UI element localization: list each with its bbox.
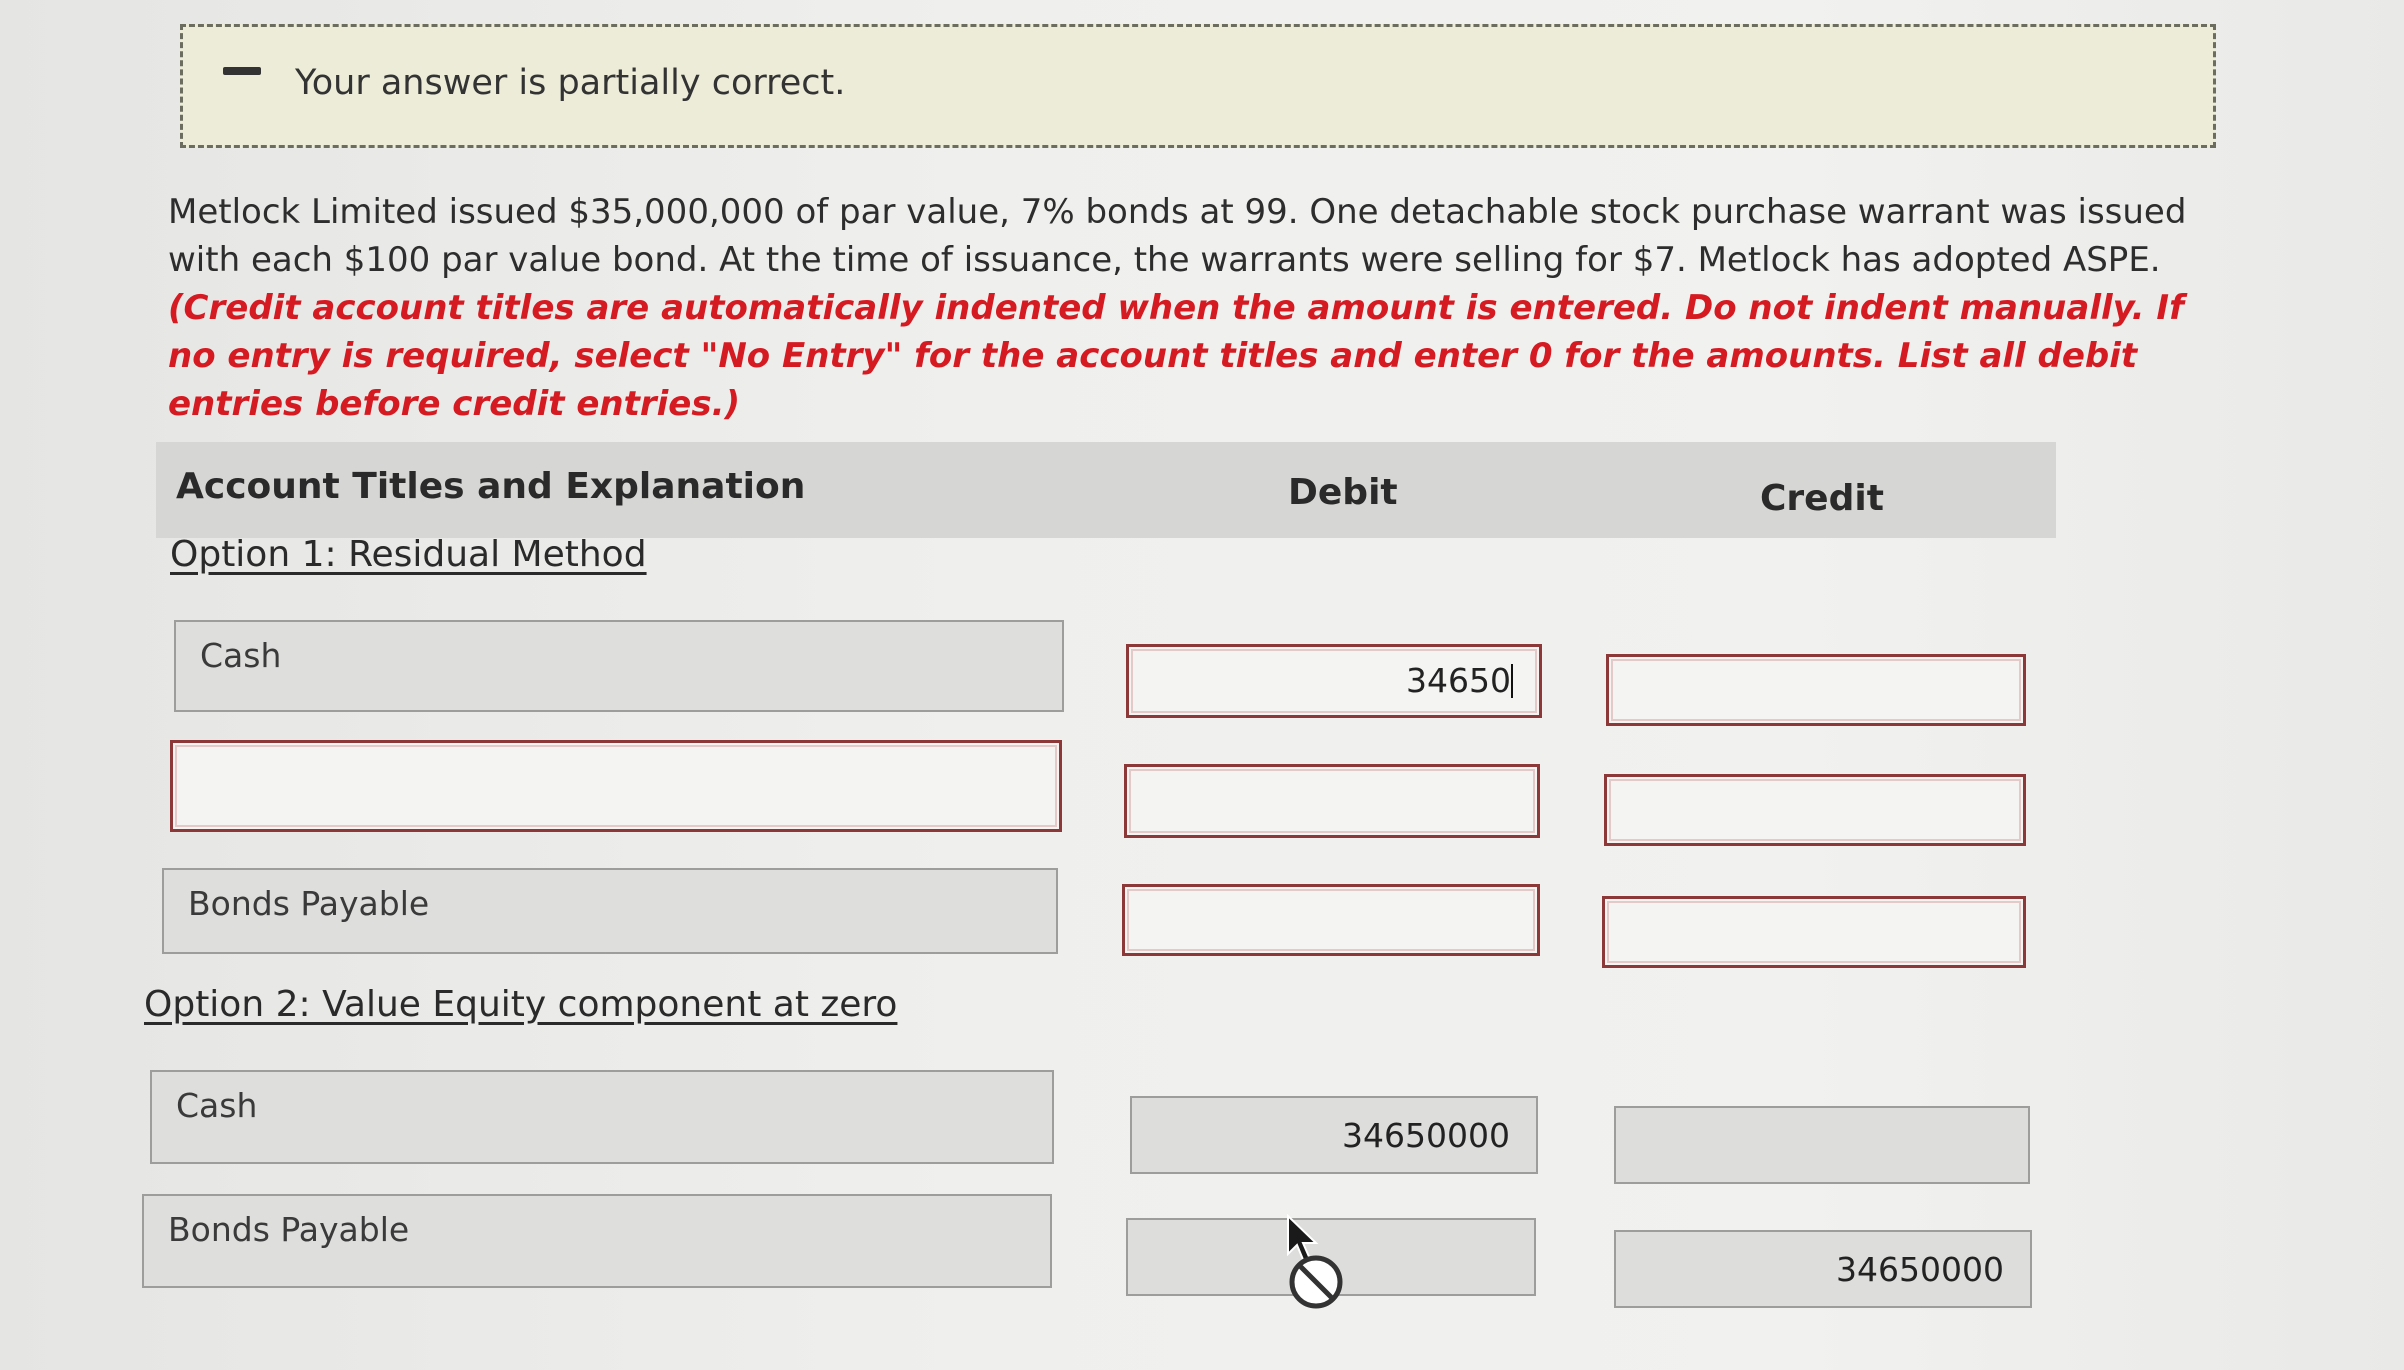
option1-row3-credit-input[interactable] — [1602, 896, 2026, 968]
minus-icon — [223, 67, 261, 75]
header-credit: Credit — [1760, 478, 1884, 519]
problem-statement: Metlock Limited issued $35,000,000 of pa… — [168, 188, 2228, 428]
feedback-message: Your answer is partially correct. — [295, 63, 846, 103]
option1-row1-credit-input[interactable] — [1606, 654, 2026, 726]
option2-row2-account: Bonds Payable — [142, 1194, 1052, 1288]
option2-row1-credit — [1614, 1106, 2030, 1184]
option1-row1-debit-input[interactable]: 34650 — [1126, 644, 1542, 718]
problem-instructions: (Credit account titles are automatically… — [168, 288, 2184, 424]
option1-row2-debit-input[interactable] — [1124, 764, 1540, 838]
option1-row1-account[interactable]: Cash — [174, 620, 1064, 712]
not-allowed-icon — [1289, 1255, 1343, 1309]
header-debit: Debit — [1288, 472, 1398, 513]
option1-row3-account[interactable]: Bonds Payable — [162, 868, 1058, 954]
table-header: Account Titles and Explanation Debit Cre… — [156, 442, 2056, 538]
page: Your answer is partially correct. Metloc… — [0, 0, 2404, 1370]
option2-row1-account: Cash — [150, 1070, 1054, 1164]
option2-row1-debit: 34650000 — [1130, 1096, 1538, 1174]
header-account-titles: Account Titles and Explanation — [176, 466, 806, 507]
option1-heading: Option 1: Residual Method — [170, 534, 647, 575]
text-caret — [1511, 664, 1513, 698]
option2-heading: Option 2: Value Equity component at zero — [144, 984, 898, 1025]
option1-row3-debit-input[interactable] — [1122, 884, 1540, 956]
option1-row1-debit-value: 34650 — [1406, 661, 1511, 700]
option2-row2-credit: 34650000 — [1614, 1230, 2032, 1308]
problem-text: Metlock Limited issued $35,000,000 of pa… — [168, 192, 2187, 280]
feedback-banner: Your answer is partially correct. — [180, 24, 2216, 148]
option1-row2-account-input[interactable] — [170, 740, 1062, 832]
option1-row2-credit-input[interactable] — [1604, 774, 2026, 846]
